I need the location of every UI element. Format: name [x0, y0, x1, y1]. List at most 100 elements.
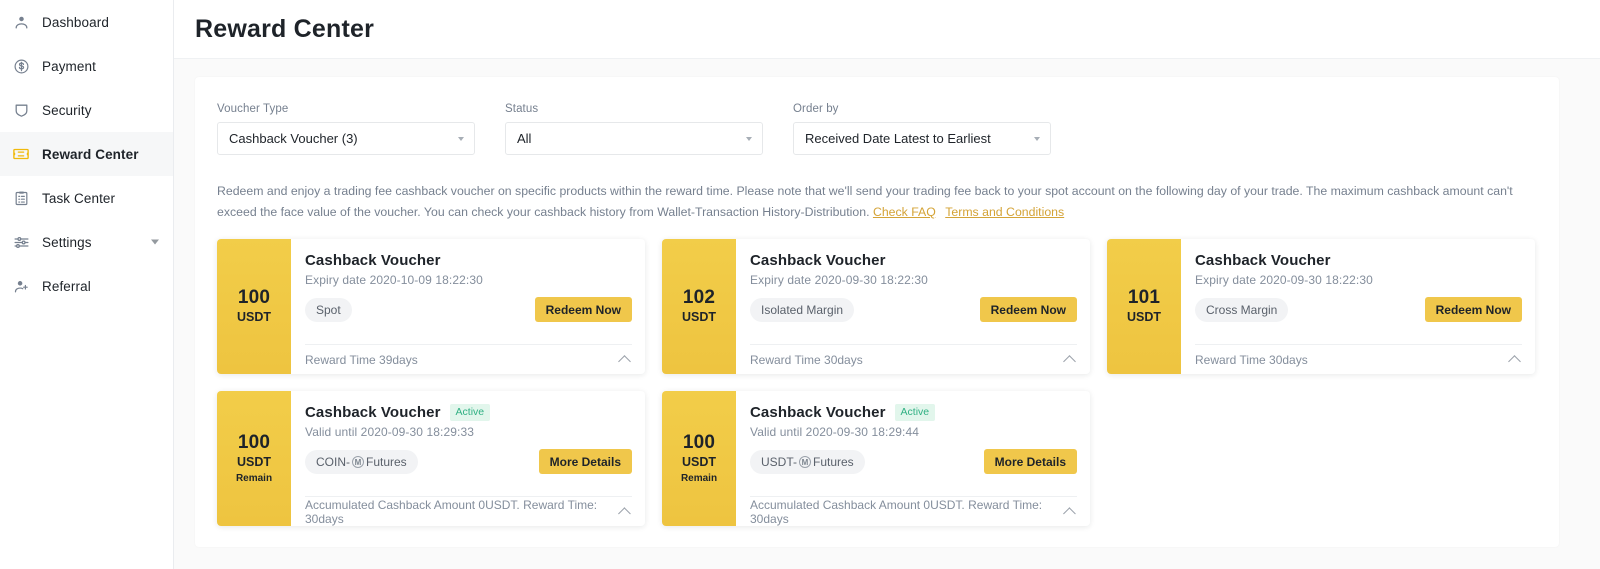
- voucher-title: Cashback Voucher: [305, 252, 441, 269]
- dollar-circle-icon: [10, 55, 32, 77]
- voucher-card[interactable]: 100USDTRemain Cashback Voucher Active Valid…: [217, 391, 645, 526]
- voucher-amount-stub: 100USDTRemain: [217, 391, 291, 526]
- sidebar-item-payment[interactable]: Payment: [0, 44, 173, 88]
- check-faq-link[interactable]: Check FAQ: [873, 205, 936, 219]
- select-order-by[interactable]: Received Date Latest to Earliest: [793, 122, 1051, 155]
- status-badge: Active: [450, 404, 491, 421]
- page-title: Reward Center: [195, 15, 374, 44]
- sliders-icon: [10, 231, 32, 253]
- voucher-title-row: Cashback Voucher: [750, 252, 1077, 269]
- voucher-body: Cashback Voucher Active Valid until 2020-0…: [291, 391, 645, 526]
- voucher-action-button[interactable]: More Details: [984, 449, 1077, 474]
- voucher-card[interactable]: 100USDTCashback VoucherExpiry date 2020-…: [217, 239, 645, 374]
- terms-and-conditions-link[interactable]: Terms and Conditions: [945, 205, 1064, 219]
- voucher-amount: 100: [238, 287, 270, 309]
- voucher-footer[interactable]: Reward Time 30days: [750, 344, 1077, 374]
- sidebar-item-label: Task Center: [42, 191, 115, 206]
- sidebar-item-settings[interactable]: Settings: [0, 220, 173, 264]
- chevron-up-icon[interactable]: [618, 355, 631, 368]
- voucher-amount-stub: 101USDT: [1107, 239, 1181, 374]
- voucher-footer[interactable]: Reward Time 39days: [305, 344, 632, 374]
- sidebar-item-reward-center[interactable]: Reward Center: [0, 132, 173, 176]
- voucher-body: Cashback Voucher Expiry date 2020-09-30 1…: [1181, 239, 1535, 374]
- voucher-footer[interactable]: Accumulated Cashback Amount 0USDT. Rewar…: [750, 496, 1077, 526]
- voucher-product-tag: COIN-M Futures: [305, 450, 418, 474]
- voucher-action-button[interactable]: Redeem Now: [1425, 297, 1522, 322]
- shield-icon: [10, 99, 32, 121]
- voucher-body: Cashback VoucherActiveValid until 2020-0…: [736, 391, 1090, 526]
- reward-panel: Voucher Type Cashback Voucher (3) StatusAl…: [195, 77, 1559, 547]
- voucher-product-tag: Cross Margin: [1195, 298, 1288, 322]
- voucher-date: Expiry date 2020-09-30 18:22:30: [750, 273, 1077, 287]
- voucher-action-button[interactable]: More Details: [539, 449, 632, 474]
- voucher-currency: USDT: [682, 309, 716, 326]
- voucher-card[interactable]: 100USDTRemainCashback VoucherActiveValid…: [662, 391, 1090, 526]
- voucher-amount: 102: [683, 287, 715, 309]
- m-circle-icon: M: [799, 456, 811, 468]
- voucher-title-row: Cashback VoucherActive: [750, 404, 1077, 421]
- filter-label-voucher-type: Voucher Type: [217, 103, 475, 115]
- voucher-action-row: Cross Margin Redeem Now: [1195, 297, 1522, 322]
- chevron-up-icon[interactable]: [1063, 355, 1076, 368]
- voucher-currency: USDT: [1127, 309, 1161, 326]
- voucher-footer-text: Accumulated Cashback Amount 0USDT. Rewar…: [750, 498, 1065, 526]
- select-voucher-type[interactable]: Cashback Voucher (3): [217, 122, 475, 155]
- voucher-footer-text: Accumulated Cashback Amount 0USDT. Rewar…: [305, 498, 620, 526]
- tag-suffix: Futures: [366, 455, 407, 469]
- voucher-action-button[interactable]: Redeem Now: [980, 297, 1077, 322]
- app-root: Dashboard Payment Security Reward Center Tas…: [0, 0, 1600, 569]
- sidebar-item-task-center[interactable]: Task Center: [0, 176, 173, 220]
- sidebar-item-security[interactable]: Security: [0, 88, 173, 132]
- filter-label-order-by: Order by: [793, 103, 1051, 115]
- filter-order-by: Order by Received Date Latest to Earliest: [793, 103, 1051, 155]
- sidebar: Dashboard Payment Security Reward Center Tas…: [0, 0, 174, 569]
- voucher-product-tag: Spot: [305, 298, 352, 322]
- voucher-title: Cashback Voucher: [1195, 252, 1331, 269]
- m-circle-icon: M: [352, 456, 364, 468]
- voucher-title: Cashback Voucher: [750, 252, 886, 269]
- voucher-amount-stub: 100USDT: [217, 239, 291, 374]
- voucher-remain-label: Remain: [236, 472, 272, 486]
- voucher-amount: 101: [1128, 287, 1160, 309]
- voucher-amount: 100: [238, 432, 270, 454]
- voucher-footer[interactable]: Reward Time 30days: [1195, 344, 1522, 374]
- filter-status: StatusAll: [505, 103, 763, 155]
- chevron-down-icon[interactable]: [151, 240, 159, 245]
- main-content: Reward Center Voucher Type Cashback Vouch…: [174, 0, 1600, 569]
- voucher-card[interactable]: 102USDT Cashback Voucher Expiry date 2020-…: [662, 239, 1090, 374]
- sidebar-item-label: Referral: [42, 279, 91, 294]
- voucher-action-button[interactable]: Redeem Now: [535, 297, 632, 322]
- voucher-product-tag: Isolated Margin: [750, 298, 854, 322]
- voucher-date: Valid until 2020-09-30 18:29:33: [305, 425, 632, 439]
- sidebar-item-label: Security: [42, 103, 92, 118]
- voucher-currency: USDT: [237, 454, 271, 471]
- voucher-action-row: Spot Redeem Now: [305, 297, 632, 322]
- voucher-remain-label: Remain: [681, 472, 717, 486]
- voucher-action-row: COIN-M Futures More Details: [305, 449, 632, 474]
- sidebar-item-label: Reward Center: [42, 147, 139, 162]
- chevron-up-icon[interactable]: [1508, 355, 1521, 368]
- chevron-down-icon: [746, 137, 752, 141]
- select-value-status: All: [517, 131, 746, 146]
- voucher-card[interactable]: 101USDT Cashback Voucher Expiry date 2020-…: [1107, 239, 1535, 374]
- voucher-footer[interactable]: Accumulated Cashback Amount 0USDT. Rewar…: [305, 496, 632, 526]
- voucher-date: Expiry date 2020-09-30 18:22:30: [1195, 273, 1522, 287]
- chevron-down-icon: [1034, 137, 1040, 141]
- sidebar-item-label: Dashboard: [42, 15, 109, 30]
- select-status[interactable]: All: [505, 122, 763, 155]
- select-value-voucher-type: Cashback Voucher (3): [229, 131, 458, 146]
- status-badge: Active: [895, 404, 936, 421]
- voucher-amount-stub: 100USDTRemain: [662, 391, 736, 526]
- select-value-order-by: Received Date Latest to Earliest: [805, 131, 1034, 146]
- tag-label: Isolated Margin: [761, 303, 843, 317]
- tag-suffix: Futures: [813, 455, 854, 469]
- sidebar-item-dashboard[interactable]: Dashboard: [0, 0, 173, 44]
- voucher-footer-text: Reward Time 30days: [750, 353, 863, 367]
- voucher-action-row: Isolated Margin Redeem Now: [750, 297, 1077, 322]
- tag-prefix: USDT-: [761, 455, 797, 469]
- sidebar-item-referral[interactable]: Referral: [0, 264, 173, 308]
- sidebar-item-label: Settings: [42, 235, 92, 250]
- voucher-footer-text: Reward Time 30days: [1195, 353, 1308, 367]
- voucher-title-row: Cashback Voucher Active: [305, 404, 632, 421]
- voucher-title: Cashback Voucher: [305, 404, 441, 421]
